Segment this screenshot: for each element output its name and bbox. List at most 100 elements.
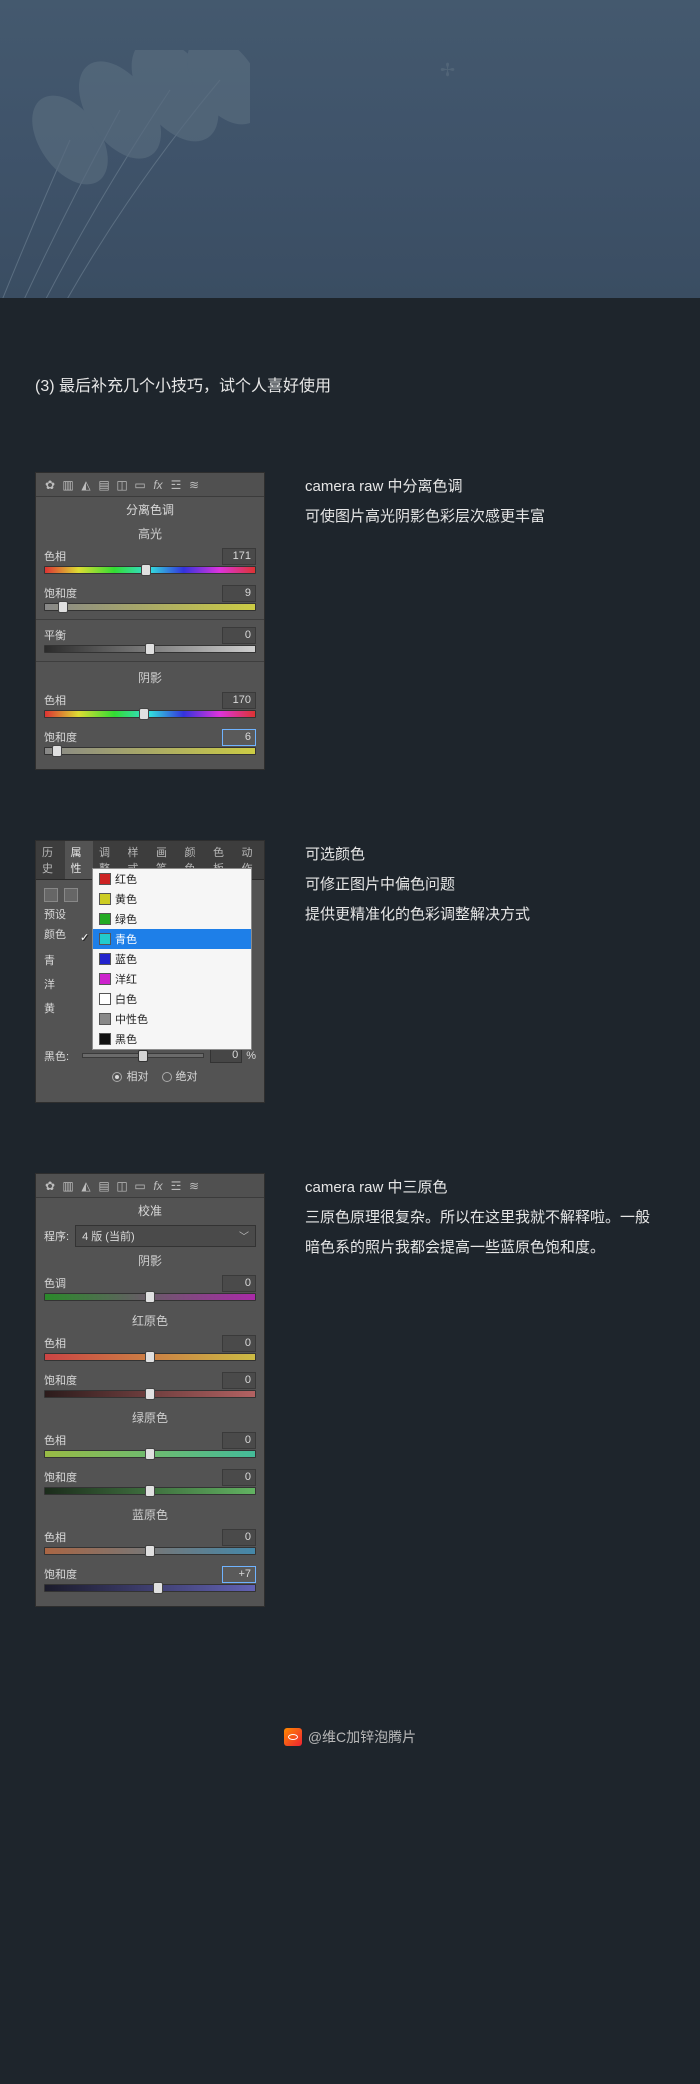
tone-curve-icon[interactable]: ▥: [60, 1179, 76, 1193]
detail-icon[interactable]: ◭: [78, 478, 94, 492]
mask-icon[interactable]: [64, 888, 78, 902]
opt-cyan[interactable]: ✓青色: [93, 929, 251, 949]
blue-sat-label: 饱和度: [44, 1566, 84, 1582]
opt-neutral[interactable]: 中性色: [93, 1009, 251, 1029]
selcolor-desc-3: 提供更精准化的色彩调整解决方式: [305, 900, 655, 930]
shadow-sat-label: 饱和度: [44, 729, 84, 745]
effects-icon[interactable]: fx: [150, 478, 166, 492]
radio-relative[interactable]: [112, 1072, 122, 1082]
green-sat-value[interactable]: 0: [222, 1469, 256, 1486]
balance-label: 平衡: [44, 627, 84, 643]
effects-icon[interactable]: fx: [150, 1179, 166, 1193]
highlight-hue-slider[interactable]: [44, 566, 256, 578]
calibration-panel: ✿ ▥ ◭ ▤ ◫ ▭ fx ☲ ≋ 校准 程序: 4 版 (当前): [35, 1173, 265, 1607]
lens-icon[interactable]: ▭: [132, 1179, 148, 1193]
shadow-hue-value[interactable]: 170: [222, 692, 256, 709]
adjustment-icon[interactable]: [44, 888, 58, 902]
split-toning-icon[interactable]: ◫: [114, 1179, 130, 1193]
opt-green[interactable]: 绿色: [93, 909, 251, 929]
selcolor-desc-2: 可修正图片中偏色问题: [305, 870, 655, 900]
opt-white[interactable]: 白色: [93, 989, 251, 1009]
shadow-hue-label: 色相: [44, 692, 84, 708]
black-slider[interactable]: [82, 1053, 204, 1058]
hero-image: ✢: [0, 0, 700, 298]
hsl-icon[interactable]: ▤: [96, 1179, 112, 1193]
section-calibration: ✿ ▥ ◭ ▤ ◫ ▭ fx ☲ ≋ 校准 程序: 4 版 (当前): [35, 1173, 655, 1607]
color-dropdown[interactable]: 红色 黄色 绿色 ✓青色 蓝色 洋红 白色 中性色 黑色: [92, 868, 252, 1050]
opt-blue[interactable]: 蓝色: [93, 949, 251, 969]
red-hue-value[interactable]: 0: [222, 1335, 256, 1352]
highlights-label: 高光: [36, 522, 264, 545]
opt-magenta[interactable]: 洋红: [93, 969, 251, 989]
lens-icon[interactable]: ▭: [132, 478, 148, 492]
balance-value[interactable]: 0: [222, 627, 256, 644]
split-toning-desc-2: 可使图片高光阴影色彩层次感更丰富: [305, 502, 655, 532]
calibration-icon-tabs[interactable]: ✿ ▥ ◭ ▤ ◫ ▭ fx ☲ ≋: [36, 1174, 264, 1198]
green-sat-slider[interactable]: [44, 1487, 256, 1499]
panel-icon-tabs[interactable]: ✿ ▥ ◭ ▤ ◫ ▭ fx ☲ ≋: [36, 473, 264, 497]
shadow-sat-slider[interactable]: [44, 747, 256, 759]
tone-curve-icon[interactable]: ▥: [60, 478, 76, 492]
radio-absolute[interactable]: [162, 1072, 172, 1082]
blue-primary-label: 蓝原色: [36, 1503, 264, 1526]
saturation-label: 饱和度: [44, 585, 84, 601]
preset-label: 预设: [44, 906, 72, 922]
blue-hue-slider[interactable]: [44, 1547, 256, 1559]
credit-text: @维C加锌泡腾片: [308, 1727, 416, 1747]
split-toning-icon[interactable]: ◫: [114, 478, 130, 492]
split-toning-panel: ✿ ▥ ◭ ▤ ◫ ▭ fx ☲ ≋ 分离色调 高光 色相 171: [35, 472, 265, 770]
tab-history[interactable]: 历史: [36, 841, 65, 879]
calibration-title: 校准: [36, 1198, 264, 1223]
detail-icon[interactable]: ◭: [78, 1179, 94, 1193]
black-slider-label: 黑色:: [44, 1048, 76, 1064]
section-selective-color: 历史 属性 调整 样式 画笔 颜色 色板 动作 预设: [35, 840, 655, 1103]
opt-yellow[interactable]: 黄色: [93, 889, 251, 909]
highlight-sat-value[interactable]: 9: [222, 585, 256, 602]
red-hue-label: 色相: [44, 1335, 84, 1351]
opt-red[interactable]: 红色: [93, 869, 251, 889]
opt-black[interactable]: 黑色: [93, 1029, 251, 1049]
aperture-icon[interactable]: ✿: [42, 478, 58, 492]
shadows-label: 阴影: [36, 666, 264, 689]
tint-slider[interactable]: [44, 1293, 256, 1305]
tab-properties[interactable]: 属性: [65, 841, 94, 879]
blue-sat-slider[interactable]: [44, 1584, 256, 1596]
bird-silhouette: ✢: [440, 60, 455, 81]
hue-label: 色相: [44, 548, 84, 564]
calibration-icon[interactable]: ☲: [168, 478, 184, 492]
blue-hue-value[interactable]: 0: [222, 1529, 256, 1546]
red-sat-label: 饱和度: [44, 1372, 84, 1388]
grass-left: [0, 50, 250, 298]
highlight-sat-slider[interactable]: [44, 603, 256, 615]
balance-slider[interactable]: [44, 645, 256, 657]
shadow-sat-value[interactable]: 6: [222, 729, 256, 746]
aperture-icon[interactable]: ✿: [42, 1179, 58, 1193]
credit-line: @维C加锌泡腾片: [0, 1647, 700, 1797]
panel-title: 分离色调: [36, 497, 264, 522]
tint-value[interactable]: 0: [222, 1275, 256, 1292]
process-value: 4 版 (当前): [82, 1228, 135, 1244]
highlight-hue-value[interactable]: 171: [222, 548, 256, 565]
selcolor-desc-1: 可选颜色: [305, 840, 655, 870]
green-hue-label: 色相: [44, 1432, 84, 1448]
red-sat-slider[interactable]: [44, 1390, 256, 1402]
red-hue-slider[interactable]: [44, 1353, 256, 1365]
blue-hue-label: 色相: [44, 1529, 84, 1545]
green-hue-slider[interactable]: [44, 1450, 256, 1462]
chevron-down-icon: ﹀: [239, 1228, 249, 1243]
process-select[interactable]: 4 版 (当前) ﹀: [75, 1225, 256, 1247]
green-hue-value[interactable]: 0: [222, 1432, 256, 1449]
selective-color-panel: 历史 属性 调整 样式 画笔 颜色 色板 动作 预设: [35, 840, 265, 1103]
presets-icon[interactable]: ≋: [186, 1179, 202, 1193]
red-sat-value[interactable]: 0: [222, 1372, 256, 1389]
blue-sat-value[interactable]: +7: [222, 1566, 256, 1583]
calibration-icon[interactable]: ☲: [168, 1179, 184, 1193]
radio-absolute-label: 绝对: [176, 1071, 198, 1083]
presets-icon[interactable]: ≋: [186, 478, 202, 492]
intro-text: (3) 最后补充几个小技巧，试个人喜好使用: [35, 373, 655, 402]
split-toning-desc-1: camera raw 中分离色调: [305, 472, 655, 502]
percent-sign: %: [246, 1050, 256, 1062]
shadow-hue-slider[interactable]: [44, 710, 256, 722]
black-slider-value[interactable]: 0: [210, 1048, 242, 1063]
hsl-icon[interactable]: ▤: [96, 478, 112, 492]
